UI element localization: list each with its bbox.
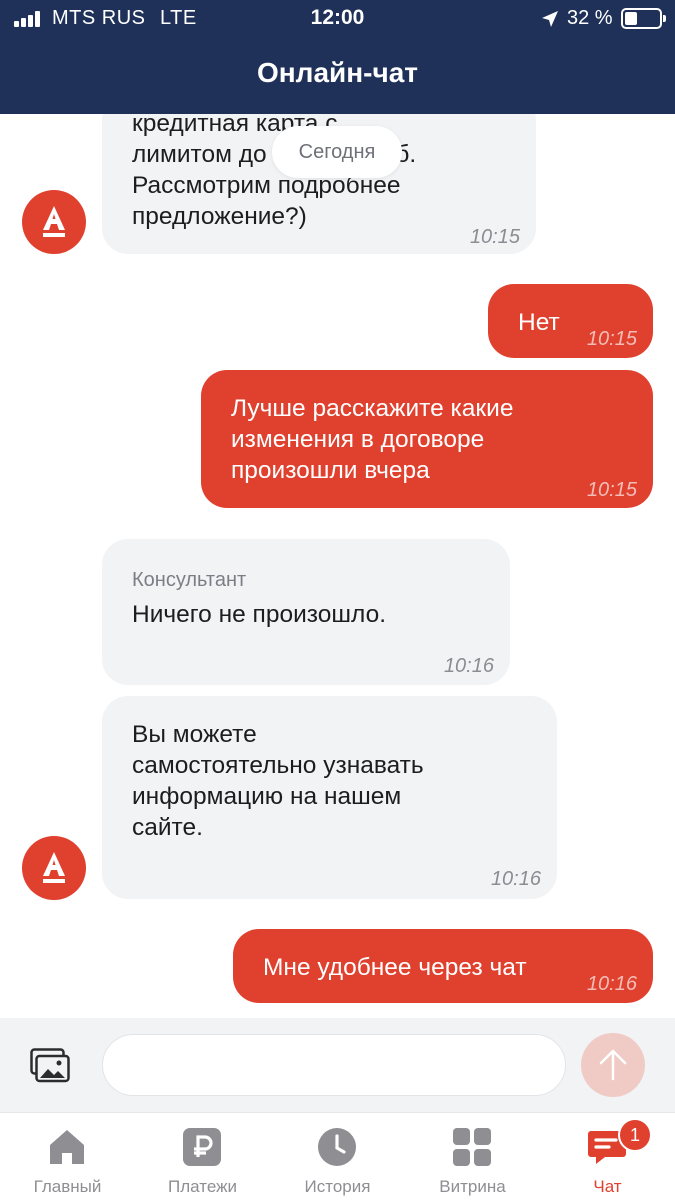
battery-percent: 32 % (567, 7, 613, 29)
home-icon (50, 1130, 84, 1164)
message-time: 10:16 (490, 868, 541, 890)
tab-chat[interactable]: Чат (540, 1113, 675, 1200)
tab-label: Чат (593, 1177, 622, 1196)
message-bubble-outgoing: Мне удобнее через чат 10:16 (233, 929, 653, 1003)
message-time: 10:15 (586, 328, 637, 350)
date-separator: Сегодня (272, 126, 402, 178)
message-input[interactable] (102, 1034, 566, 1096)
message-line: Вы можете (132, 721, 257, 748)
message-line: самостоятельно узнавать (132, 752, 424, 779)
ruble-icon (183, 1128, 221, 1166)
alfa-logo-avatar (22, 836, 86, 900)
message-text: Ничего не произошло. (132, 601, 387, 628)
message-line: произошли вчера (231, 457, 430, 484)
page-title: Онлайн-чат (256, 57, 419, 88)
location-arrow-icon (542, 11, 558, 27)
message-line: информацию на нашем (132, 783, 402, 810)
message-line: Лучше расскажите какие (231, 395, 514, 422)
message-composer (0, 1018, 675, 1112)
clock-icon (318, 1128, 356, 1166)
message-sender: Консультант (132, 569, 247, 591)
battery-icon (621, 8, 666, 29)
message-time: 10:16 (586, 973, 637, 995)
tab-payments[interactable]: Платежи (135, 1113, 270, 1200)
tab-label: Главный (33, 1177, 102, 1196)
message-line: сайте. (132, 814, 203, 841)
message-bubble-outgoing: Лучше расскажите какие изменения в догов… (201, 370, 653, 508)
send-button[interactable] (581, 1033, 645, 1097)
alfa-logo-avatar (22, 190, 86, 254)
message-line: лимитом до (132, 141, 267, 168)
message-time: 10:16 (443, 655, 494, 677)
chat-messages[interactable]: кредитная карта с лимитом до руб. Рассмо… (0, 114, 675, 1018)
top-bar: MTS RUS LTE 12:00 32 % Онлайн-чат (0, 0, 675, 114)
unread-badge: 1 (618, 1118, 652, 1152)
message-time: 10:15 (469, 226, 520, 248)
tab-home[interactable]: Главный (0, 1113, 135, 1200)
message-bubble-outgoing: Нет 10:15 (488, 284, 653, 358)
grid-icon (453, 1128, 491, 1166)
message-bubble-incoming: Консультант Ничего не произошло. 10:16 (102, 539, 510, 685)
status-bar: MTS RUS LTE 12:00 32 % (0, 0, 675, 38)
message-bubble-incoming: Вы можете самостоятельно узнавать информ… (102, 696, 557, 899)
tab-history[interactable]: История (270, 1113, 405, 1200)
tab-label: История (304, 1177, 371, 1196)
attach-image-icon[interactable] (30, 1048, 70, 1084)
arrow-up-icon (599, 1049, 627, 1081)
message-line: изменения в договоре (231, 426, 485, 453)
message-text: Мне удобнее через чат (263, 954, 527, 981)
tab-label: Платежи (168, 1177, 237, 1196)
message-line: предложение?) (132, 203, 307, 230)
tab-label: Витрина (439, 1177, 506, 1196)
tab-showcase[interactable]: Витрина (405, 1113, 540, 1200)
tab-bar: Главный Платежи История Витрина Чат (0, 1112, 675, 1200)
message-time: 10:15 (586, 479, 637, 501)
